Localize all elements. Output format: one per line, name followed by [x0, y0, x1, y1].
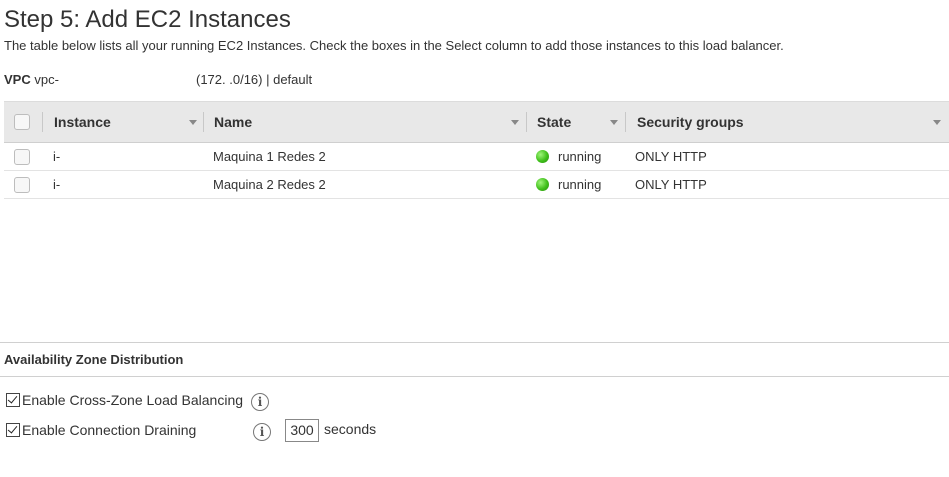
vpc-id: vpc-: [34, 72, 59, 87]
page-title: Step 5: Add EC2 Instances: [4, 6, 291, 33]
row-select-checkbox[interactable]: [14, 149, 30, 165]
vpc-info: VPC vpc- (172. .0/16) | default: [4, 72, 312, 87]
chevron-down-icon[interactable]: [511, 120, 519, 125]
availability-zone-title: Availability Zone Distribution: [4, 352, 184, 367]
instance-state: running: [558, 149, 602, 164]
cross-zone-label[interactable]: Enable Cross-Zone Load Balancing: [22, 391, 243, 409]
info-icon[interactable]: i: [253, 423, 271, 441]
connection-draining-checkbox[interactable]: [6, 423, 20, 437]
vpc-cidr: (172. .0/16) | default: [196, 72, 313, 87]
column-header-security-groups[interactable]: Security groups: [637, 102, 744, 142]
select-all-checkbox[interactable]: [14, 114, 30, 130]
security-groups: ONLY HTTP: [635, 177, 707, 192]
seconds-label: seconds: [324, 421, 377, 437]
chevron-down-icon[interactable]: [933, 120, 941, 125]
info-icon[interactable]: i: [251, 393, 269, 411]
table-header: Instance Name State Security groups: [4, 101, 949, 143]
instance-id: i-: [53, 177, 61, 192]
section-divider: [0, 342, 949, 343]
table-row[interactable]: i- Maquina 2 Redes 2 running ONLY HTTP: [4, 171, 949, 199]
column-divider: [203, 112, 204, 132]
table-row[interactable]: i- Maquina 1 Redes 2 running ONLY HTTP: [4, 143, 949, 171]
instance-name: Maquina 2 Redes 2: [213, 177, 326, 192]
vpc-label: VPC: [4, 72, 31, 87]
row-select-checkbox[interactable]: [14, 177, 30, 193]
green-status-dot-icon: [536, 178, 549, 191]
green-status-dot-icon: [536, 150, 549, 163]
instance-state: running: [558, 177, 602, 192]
section-divider: [0, 376, 949, 377]
chevron-down-icon[interactable]: [610, 120, 618, 125]
cross-zone-checkbox[interactable]: [6, 393, 20, 407]
column-header-name[interactable]: Name: [214, 102, 252, 142]
column-divider: [42, 112, 43, 132]
security-groups: ONLY HTTP: [635, 149, 707, 164]
page-description: The table below lists all your running E…: [4, 38, 784, 53]
instance-id: i-: [53, 149, 61, 164]
chevron-down-icon[interactable]: [189, 120, 197, 125]
draining-timeout-input[interactable]: 300: [285, 419, 319, 442]
column-divider: [526, 112, 527, 132]
connection-draining-label[interactable]: Enable Connection Draining: [22, 421, 196, 439]
column-divider: [625, 112, 626, 132]
instance-name: Maquina 1 Redes 2: [213, 149, 326, 164]
column-header-state[interactable]: State: [537, 102, 571, 142]
instances-table: Instance Name State Security groups i- M…: [4, 101, 949, 199]
column-header-instance[interactable]: Instance: [54, 102, 111, 142]
